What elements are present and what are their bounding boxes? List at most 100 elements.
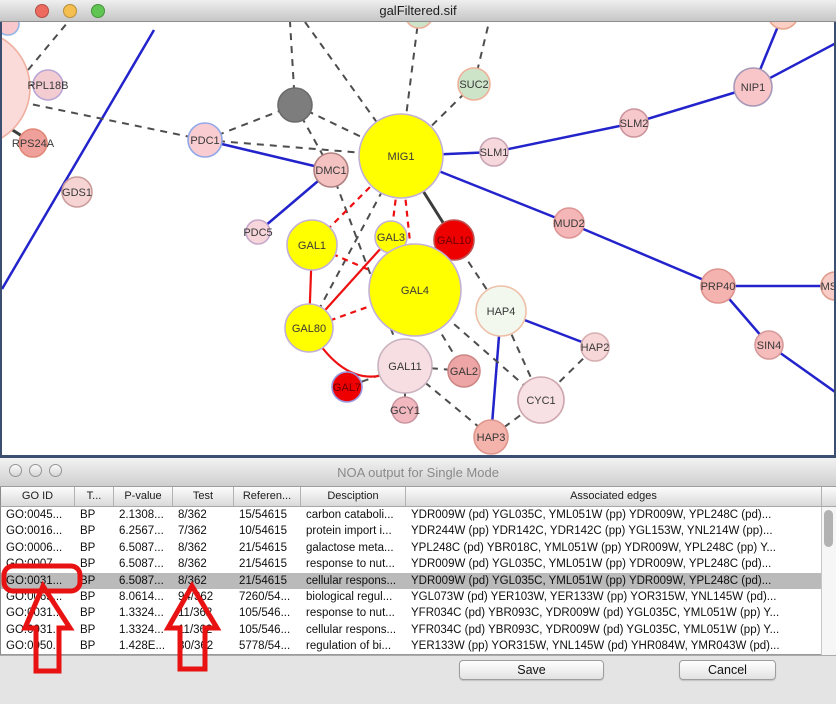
table-row[interactable]: GO:0007...BP6.5087...8/36221/54615respon… <box>1 556 836 572</box>
results-table-header: GO IDT...P-valueTestReferen...Desciption… <box>0 487 836 507</box>
edge-dash[interactable] <box>28 22 68 70</box>
network-view[interactable]: RPL18BRPS24AGDS1PDC1DMC1MIG1PDC5SUC2SLM1… <box>0 22 836 455</box>
cell-reference: 21/54615 <box>234 573 301 589</box>
cell-test: 80/362 <box>173 638 234 654</box>
node-label: HAP4 <box>487 306 516 318</box>
cancel-button[interactable]: Cancel <box>679 660 776 680</box>
cell-go_id: GO:0065... <box>1 589 75 605</box>
cell-type: BP <box>75 523 114 539</box>
node-mud2[interactable]: MUD2 <box>553 208 584 238</box>
node-label: GAL80 <box>292 323 326 335</box>
cell-associated_edges: YDR009W (pd) YGL035C, YML051W (pp) YDR00… <box>406 573 822 589</box>
cell-associated_edges: YFR034C (pd) YBR093C, YDR009W (pd) YGL03… <box>406 605 822 621</box>
cell-description: response to nut... <box>301 556 406 572</box>
node-slm2[interactable]: SLM2 <box>620 109 649 137</box>
node-label: SLM1 <box>480 147 509 159</box>
node-cyc1[interactable]: CYC1 <box>518 377 564 423</box>
cell-associated_edges: YDR009W (pd) YGL035C, YML051W (pp) YDR00… <box>406 507 822 523</box>
cell-go_id: GO:0050... <box>1 638 75 654</box>
node-hap4[interactable]: HAP4 <box>476 286 526 336</box>
network-window-titlebar[interactable]: galFiltered.sif <box>0 0 836 22</box>
cell-p_value: 8.0614... <box>114 589 173 605</box>
node-pdc1[interactable]: PDC1 <box>188 123 222 157</box>
node-hap3[interactable]: HAP3 <box>474 420 508 454</box>
node-suc2[interactable]: SUC2 <box>458 68 490 100</box>
cell-reference: 21/54615 <box>234 556 301 572</box>
edge-blue[interactable] <box>569 223 718 286</box>
node-gal1[interactable]: GAL1 <box>287 220 337 270</box>
cell-associated_edges: YER133W (pp) YOR315W, YNL145W (pd) YHR08… <box>406 638 822 654</box>
cell-type: BP <box>75 589 114 605</box>
table-row[interactable]: GO:0031...BP1.3324...11/362105/546...cel… <box>1 622 836 638</box>
cell-p_value: 6.5087... <box>114 573 173 589</box>
node-rpl18b[interactable]: RPL18B <box>28 70 69 100</box>
scrollbar-thumb[interactable] <box>824 510 833 547</box>
node-label: GAL11 <box>388 361 421 373</box>
column-header-test[interactable]: Test <box>173 487 234 506</box>
column-header-associated_edges[interactable]: Associated edges <box>406 487 822 506</box>
node-partial-topcenter[interactable] <box>405 22 433 28</box>
node-label: RPS24A <box>12 138 55 150</box>
node-dmc1[interactable]: DMC1 <box>314 153 348 187</box>
noa-panel-titlebar[interactable]: NOA output for Single Mode <box>0 455 836 487</box>
node-label: CYC1 <box>526 395 555 407</box>
results-table-body: GO:0045...BP2.1308...8/36215/54615carbon… <box>0 507 836 655</box>
node-gds1[interactable]: GDS1 <box>62 177 92 207</box>
node-gal80[interactable]: GAL80 <box>285 304 333 352</box>
table-row[interactable]: GO:0031...BP6.5087...8/36221/54615cellul… <box>1 573 836 589</box>
node-mig1[interactable]: MIG1 <box>359 114 443 198</box>
cell-p_value: 1.3324... <box>114 622 173 638</box>
node-hap2[interactable]: HAP2 <box>581 333 610 361</box>
table-row[interactable]: GO:0006...BP6.5087...8/36221/54615galact… <box>1 540 836 556</box>
node-label: HAP2 <box>581 342 610 354</box>
table-row[interactable]: GO:0016...BP6.2567...7/36210/54615protei… <box>1 523 836 539</box>
node-sin4[interactable]: SIN4 <box>755 331 783 359</box>
column-header-type[interactable]: T... <box>75 487 114 506</box>
edge-blue[interactable] <box>494 123 634 152</box>
table-row[interactable]: GO:0031...BP1.3324...11/362105/546...res… <box>1 605 836 621</box>
node-gray-unlabeled[interactable] <box>278 88 312 122</box>
cell-go_id: GO:0031... <box>1 605 75 621</box>
node-prp40[interactable]: PRP40 <box>701 269 736 303</box>
node-label: GAL1 <box>298 240 326 252</box>
cell-reference: 21/54615 <box>234 540 301 556</box>
cell-reference: 7260/54... <box>234 589 301 605</box>
table-row[interactable]: GO:0065...BP8.0614...94/3627260/54...bio… <box>1 589 836 605</box>
edge-blue[interactable] <box>205 140 331 170</box>
column-header-go_id[interactable]: GO ID <box>1 487 75 506</box>
cell-type: BP <box>75 638 114 654</box>
cell-associated_edges: YGL073W (pd) YER103W, YER133W (pp) YOR31… <box>406 589 822 605</box>
node-gal11[interactable]: GAL11 <box>378 339 432 393</box>
node-label: MSL1 <box>821 281 834 293</box>
node-partial-topleft[interactable] <box>2 22 19 35</box>
table-row[interactable]: GO:0050...BP1.428E...80/3625778/54...reg… <box>1 638 836 654</box>
cell-p_value: 1.3324... <box>114 605 173 621</box>
cell-go_id: GO:0007... <box>1 556 75 572</box>
node-slm1[interactable]: SLM1 <box>480 138 509 166</box>
node-gcy1[interactable]: GCY1 <box>390 397 420 423</box>
cell-go_id: GO:0016... <box>1 523 75 539</box>
network-graph[interactable]: RPL18BRPS24AGDS1PDC1DMC1MIG1PDC5SUC2SLM1… <box>2 22 834 455</box>
cell-test: 11/362 <box>173 605 234 621</box>
column-header-reference[interactable]: Referen... <box>234 487 301 506</box>
cell-p_value: 6.2567... <box>114 523 173 539</box>
cell-description: regulation of bi... <box>301 638 406 654</box>
column-header-p_value[interactable]: P-value <box>114 487 173 506</box>
save-button[interactable]: Save <box>459 660 604 680</box>
cell-type: BP <box>75 622 114 638</box>
cell-associated_edges: YDR244W (pp) YDR142C, YDR142C (pp) YGL15… <box>406 523 822 539</box>
node-msl1[interactable]: MSL1 <box>821 272 834 300</box>
cell-description: galactose meta... <box>301 540 406 556</box>
node-gal4[interactable]: GAL4 <box>369 244 461 336</box>
node-nip1[interactable]: NIP1 <box>734 68 772 106</box>
network-window-title: galFiltered.sif <box>0 3 836 18</box>
node-label: GAL10 <box>437 235 471 247</box>
column-header-description[interactable]: Desciption <box>301 487 406 506</box>
node-partial-topright[interactable] <box>768 22 798 29</box>
cell-type: BP <box>75 507 114 523</box>
node-large-unlabeled[interactable] <box>2 30 30 146</box>
node-gal2[interactable]: GAL2 <box>448 355 480 387</box>
node-gal7[interactable]: GAL7 <box>332 372 362 402</box>
vertical-scrollbar[interactable] <box>821 507 836 655</box>
table-row[interactable]: GO:0045...BP2.1308...8/36215/54615carbon… <box>1 507 836 523</box>
